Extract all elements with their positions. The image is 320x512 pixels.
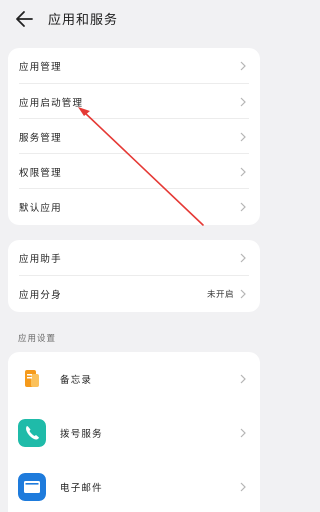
settings-item-label: 应用分身 xyxy=(19,290,62,301)
page-title: 应用和服务 xyxy=(48,13,119,28)
settings-item-label: 权限管理 xyxy=(19,167,62,179)
chevron-right-icon xyxy=(240,202,246,211)
settings-item-service-management[interactable]: 服务管理 xyxy=(8,119,260,154)
app-item-memo[interactable]: 备忘录 xyxy=(8,352,260,406)
app-item-label: 电子邮件 xyxy=(60,483,103,494)
chevron-right-icon xyxy=(240,374,246,384)
chevron-right-icon xyxy=(240,167,246,176)
email-app-icon xyxy=(18,473,46,501)
chevron-right-icon xyxy=(240,482,246,492)
status-value: 未开启 xyxy=(206,290,234,300)
chevron-right-icon xyxy=(240,132,246,141)
section-title: 应用设置 xyxy=(18,334,57,344)
chevron-right-icon xyxy=(240,289,246,299)
chevron-right-icon xyxy=(240,253,246,263)
settings-item-app-launch-management[interactable]: 应用启动管理 xyxy=(8,84,260,119)
app-item-dialer[interactable]: 拨号服务 xyxy=(8,406,260,460)
settings-item-default-apps[interactable]: 默认应用 xyxy=(8,189,260,224)
chevron-right-icon xyxy=(240,97,246,106)
app-item-email[interactable]: 电子邮件 xyxy=(8,460,260,512)
settings-item-label: 应用助手 xyxy=(19,254,62,265)
chevron-right-icon xyxy=(240,61,246,71)
app-tools-card: 应用助手 应用分身 未开启 xyxy=(8,240,260,312)
app-item-label: 拨号服务 xyxy=(60,429,103,440)
settings-item-label: 应用启动管理 xyxy=(19,97,84,109)
settings-item-app-twin[interactable]: 应用分身 未开启 xyxy=(8,276,260,312)
app-item-label: 备忘录 xyxy=(60,375,93,386)
settings-item-label: 默认应用 xyxy=(19,202,62,214)
settings-item-label: 服务管理 xyxy=(19,132,62,144)
back-arrow-icon xyxy=(16,11,33,27)
phone-app-icon xyxy=(18,419,46,447)
settings-item-app-management[interactable]: 应用管理 xyxy=(8,48,260,84)
app-management-card: 应用管理 应用启动管理 服务管理 权限管理 默认应用 xyxy=(8,48,260,225)
back-button[interactable] xyxy=(12,7,38,31)
memo-app-icon xyxy=(18,365,46,393)
settings-item-label: 应用管理 xyxy=(19,62,62,73)
top-bar: 应用和服务 xyxy=(0,0,270,40)
app-settings-card: 备忘录 拨号服务 电子邮件 xyxy=(8,352,260,512)
settings-item-app-assistant[interactable]: 应用助手 xyxy=(8,240,260,276)
chevron-right-icon xyxy=(240,428,246,438)
settings-item-permission-management[interactable]: 权限管理 xyxy=(8,154,260,189)
